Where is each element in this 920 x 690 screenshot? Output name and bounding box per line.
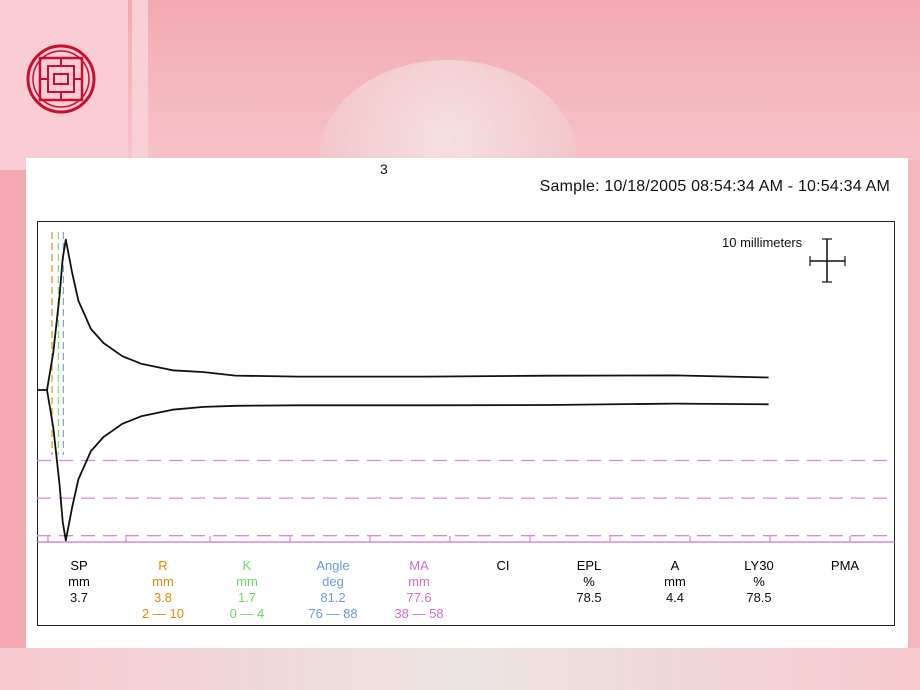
stat-range: 76 — 88 [308, 606, 358, 621]
scale-cross-icon [809, 238, 846, 283]
stat-unit: % [753, 574, 765, 589]
stat-epl: EPL% 78.5 [547, 558, 631, 622]
stat-name: LY30 [744, 558, 774, 573]
stat-value: 78.5 [576, 590, 602, 605]
stat-name: A [670, 558, 680, 573]
stat-value: 3.8 [153, 590, 173, 605]
stat-name: CI [496, 558, 510, 573]
scale-label: 10 millimeters [722, 235, 803, 250]
stat-value: 78.5 [746, 590, 772, 605]
stat-range [717, 606, 801, 622]
stat-angle: Angle deg 81.2 76 — 88 [291, 558, 375, 622]
stat-r: Rmm 3.8 2 — 10 [121, 558, 205, 622]
stat-unit: mm [408, 574, 430, 589]
parameter-table: SP mm 3.7 Rmm 3.8 2 — 10 Kmm 1.7 0 — 4 Angle deg 81… [37, 558, 895, 622]
stat-unit: mm [236, 574, 258, 589]
stat-ly30: LY30% 78.5 [717, 558, 801, 622]
stat-unit [803, 574, 887, 590]
stat-value: 77.6 [406, 590, 432, 605]
stat-range [633, 606, 717, 622]
stat-unit: mm [664, 574, 686, 589]
stat-range: 38 — 58 [394, 606, 444, 621]
stat-ci: CI [461, 558, 545, 622]
stat-a: Amm 4.4 [633, 558, 717, 622]
stat-name: Angle [316, 558, 350, 573]
trace-line-upper [46, 238, 769, 391]
stat-range: 0 — 4 [229, 606, 265, 621]
stat-name: SP [70, 558, 88, 573]
stat-name: R [158, 558, 168, 573]
trace-lines [37, 238, 769, 542]
stat-range [461, 606, 545, 622]
axis-ticks [47, 536, 851, 542]
stat-value: 4.4 [665, 590, 685, 605]
stat-value: 81.2 [320, 590, 346, 605]
stat-pma: PMA [803, 558, 887, 622]
stat-sp: SP mm 3.7 [37, 558, 121, 622]
stat-range [547, 606, 631, 622]
stat-value [803, 590, 887, 606]
stat-unit: mm [152, 574, 174, 589]
stat-unit: mm [68, 574, 90, 589]
stat-range: 2 — 10 [142, 606, 184, 621]
stat-unit [461, 574, 545, 590]
stat-value: 3.7 [69, 590, 89, 605]
stat-range [803, 606, 887, 622]
stat-range [37, 606, 121, 622]
stat-unit: % [583, 574, 595, 589]
stat-name: MA [409, 558, 429, 573]
reference-lines [37, 459, 895, 537]
stat-name: PMA [830, 558, 860, 573]
stat-k: Kmm 1.7 0 — 4 [205, 558, 289, 622]
trace-line-lower [46, 389, 769, 542]
stat-name: EPL [576, 558, 602, 573]
stat-value [461, 590, 545, 606]
stat-ma: MA mm 77.6 38 — 58 [377, 558, 461, 622]
stat-value: 1.7 [237, 590, 257, 605]
stat-unit: deg [322, 574, 344, 589]
stat-name: K [242, 558, 252, 573]
